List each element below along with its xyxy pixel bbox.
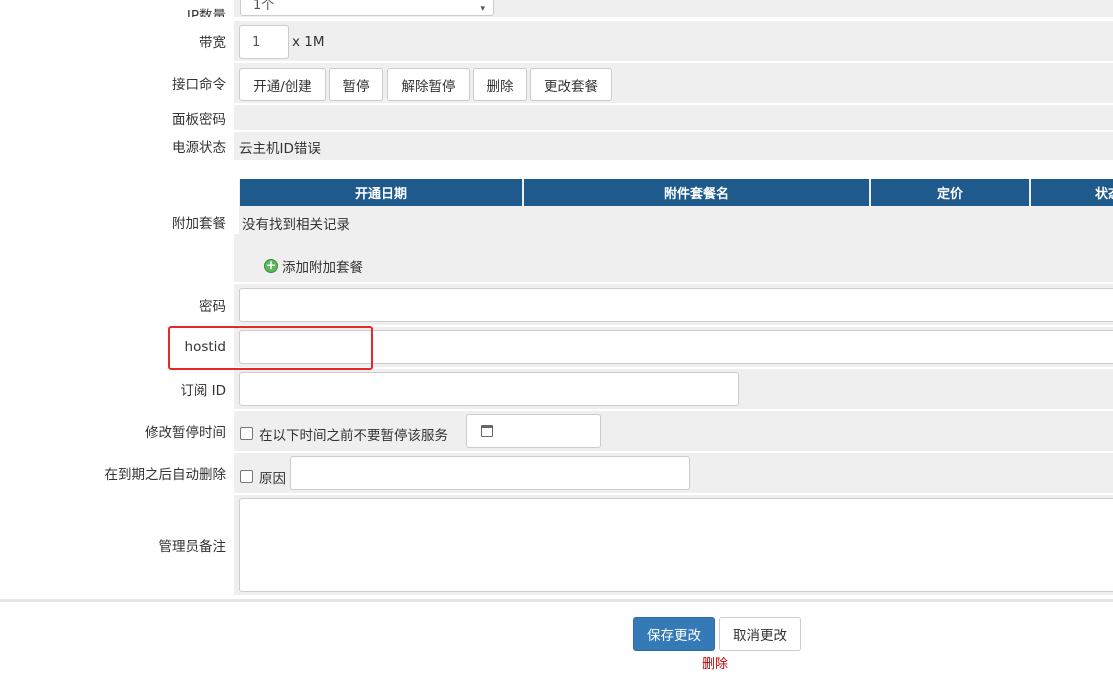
auto-delete-row: 在到期之后自动删除 原因	[0, 453, 1113, 493]
addons-add-area: + 添加附加套餐	[234, 234, 1113, 282]
addons-field: 开通日期 附件套餐名 定价 状态 没有找到相关记录 + 添加附加套餐	[234, 162, 1113, 282]
admin-notes-textarea[interactable]	[239, 498, 1113, 592]
auto-delete-checkbox[interactable]	[240, 470, 253, 483]
panel-password-row: 面板密码	[0, 105, 1113, 130]
ip-count-field: 1个 ▾	[234, 0, 1113, 17]
subscription-id-row: 订阅 ID	[0, 369, 1113, 409]
addons-table: 开通日期 附件套餐名 定价 状态 没有找到相关记录	[239, 179, 1113, 234]
power-status-label: 电源状态	[0, 132, 234, 160]
interface-commands-row: 接口命令 开通/创建 暂停 解除暂停 删除 更改套餐	[0, 63, 1113, 103]
save-button[interactable]: 保存更改	[633, 617, 715, 651]
hostid-row: hostid	[0, 327, 1113, 367]
auto-delete-label: 在到期之后自动删除	[0, 453, 234, 493]
suspend-button[interactable]: 暂停	[329, 68, 383, 101]
cancel-button[interactable]: 取消更改	[719, 617, 801, 651]
suspend-time-label: 修改暂停时间	[0, 411, 234, 451]
auto-delete-reason-label: 原因	[259, 471, 286, 487]
highlight-box	[168, 326, 373, 370]
addons-empty-text: 没有找到相关记录	[242, 217, 350, 233]
password-field	[234, 284, 1113, 325]
ip-count-label: IP数量	[0, 0, 234, 17]
subscription-id-label: 订阅 ID	[0, 369, 234, 409]
password-row: 密码	[0, 284, 1113, 325]
admin-notes-row: 管理员备注	[0, 495, 1113, 595]
addons-col-status: 状态	[1031, 179, 1113, 206]
ip-count-select[interactable]: 1个 ▾	[240, 0, 494, 16]
bandwidth-label: 带宽	[0, 21, 234, 61]
form-divider	[0, 599, 1113, 602]
delete-link[interactable]: 删除	[702, 653, 728, 672]
calendar-icon	[481, 425, 493, 437]
no-suspend-checkbox[interactable]	[240, 427, 253, 440]
addons-col-price: 定价	[871, 179, 1029, 206]
interface-commands-field: 开通/创建 暂停 解除暂停 删除 更改套餐	[234, 63, 1113, 103]
unsuspend-button[interactable]: 解除暂停	[387, 68, 470, 101]
ip-count-row: IP数量 1个 ▾	[0, 0, 1113, 17]
admin-notes-label: 管理员备注	[0, 495, 234, 595]
auto-delete-reason-input[interactable]	[290, 456, 690, 490]
plus-circle-icon: +	[264, 258, 278, 273]
subscription-id-field	[234, 369, 1113, 409]
admin-notes-field	[234, 495, 1113, 595]
chevron-down-icon: ▾	[480, 4, 485, 14]
change-package-button[interactable]: 更改套餐	[530, 68, 612, 101]
password-label: 密码	[0, 284, 234, 325]
suspend-time-field: 在以下时间之前不要暂停该服务	[234, 411, 1113, 451]
power-status-field: 云主机ID错误	[234, 132, 1113, 160]
panel-password-field	[234, 105, 1113, 130]
bandwidth-unit: x 1M	[292, 34, 325, 50]
add-addon-link[interactable]: + 添加附加套餐	[264, 256, 363, 276]
terminate-button[interactable]: 删除	[473, 68, 527, 101]
create-button[interactable]: 开通/创建	[239, 68, 326, 101]
power-status-row: 电源状态 云主机ID错误	[0, 132, 1113, 160]
bandwidth-input[interactable]: 1	[239, 25, 289, 59]
addons-col-name: 附件套餐名	[524, 179, 869, 206]
subscription-id-input[interactable]	[239, 372, 739, 406]
password-input[interactable]	[239, 288, 1113, 322]
suspend-time-row: 修改暂停时间 在以下时间之前不要暂停该服务	[0, 411, 1113, 451]
addons-row: 附加套餐 开通日期 附件套餐名 定价 状态 没有找到相关记录 + 添加附加套餐	[0, 162, 1113, 282]
power-status-value: 云主机ID错误	[239, 141, 321, 157]
panel-password-label: 面板密码	[0, 105, 234, 130]
auto-delete-field: 原因	[234, 453, 1113, 493]
no-suspend-checkbox-label: 在以下时间之前不要暂停该服务	[259, 428, 448, 444]
suspend-date-input[interactable]	[466, 414, 601, 448]
addons-col-date: 开通日期	[240, 179, 522, 206]
interface-commands-label: 接口命令	[0, 63, 234, 103]
bandwidth-row: 带宽 1 x 1M	[0, 21, 1113, 61]
bandwidth-field: 1 x 1M	[234, 21, 1113, 61]
addons-label: 附加套餐	[0, 162, 234, 282]
